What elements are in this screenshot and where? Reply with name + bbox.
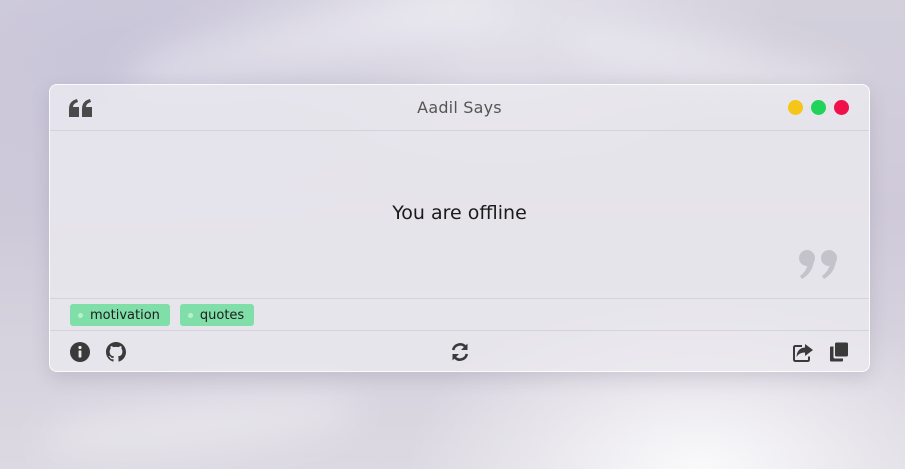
- title-bar[interactable]: Aadil Says: [50, 85, 869, 131]
- tag-bar: motivation quotes: [50, 298, 869, 331]
- quote-right-icon: [797, 250, 841, 280]
- quote-content: You are offline: [50, 132, 869, 298]
- quote-window: Aadil Says You are offline motivation qu…: [49, 84, 870, 372]
- maximize-button[interactable]: [811, 100, 826, 115]
- tag-dot-icon: [187, 312, 193, 318]
- info-icon[interactable]: [70, 342, 90, 362]
- share-icon[interactable]: [793, 342, 813, 362]
- tag-dot-icon: [78, 312, 83, 318]
- github-icon[interactable]: [106, 342, 126, 362]
- minimize-button[interactable]: [788, 100, 803, 115]
- tag-motivation[interactable]: motivation: [70, 304, 170, 326]
- copy-icon[interactable]: [829, 342, 849, 362]
- tag-label: motivation: [90, 307, 160, 323]
- window-title: Aadil Says: [417, 98, 502, 117]
- close-button[interactable]: [834, 100, 849, 115]
- tag-quotes[interactable]: quotes: [179, 304, 255, 326]
- footer-toolbar: [50, 332, 869, 371]
- tag-label: quotes: [199, 307, 245, 323]
- refresh-icon[interactable]: [450, 342, 470, 362]
- quote-text: You are offline: [392, 202, 527, 224]
